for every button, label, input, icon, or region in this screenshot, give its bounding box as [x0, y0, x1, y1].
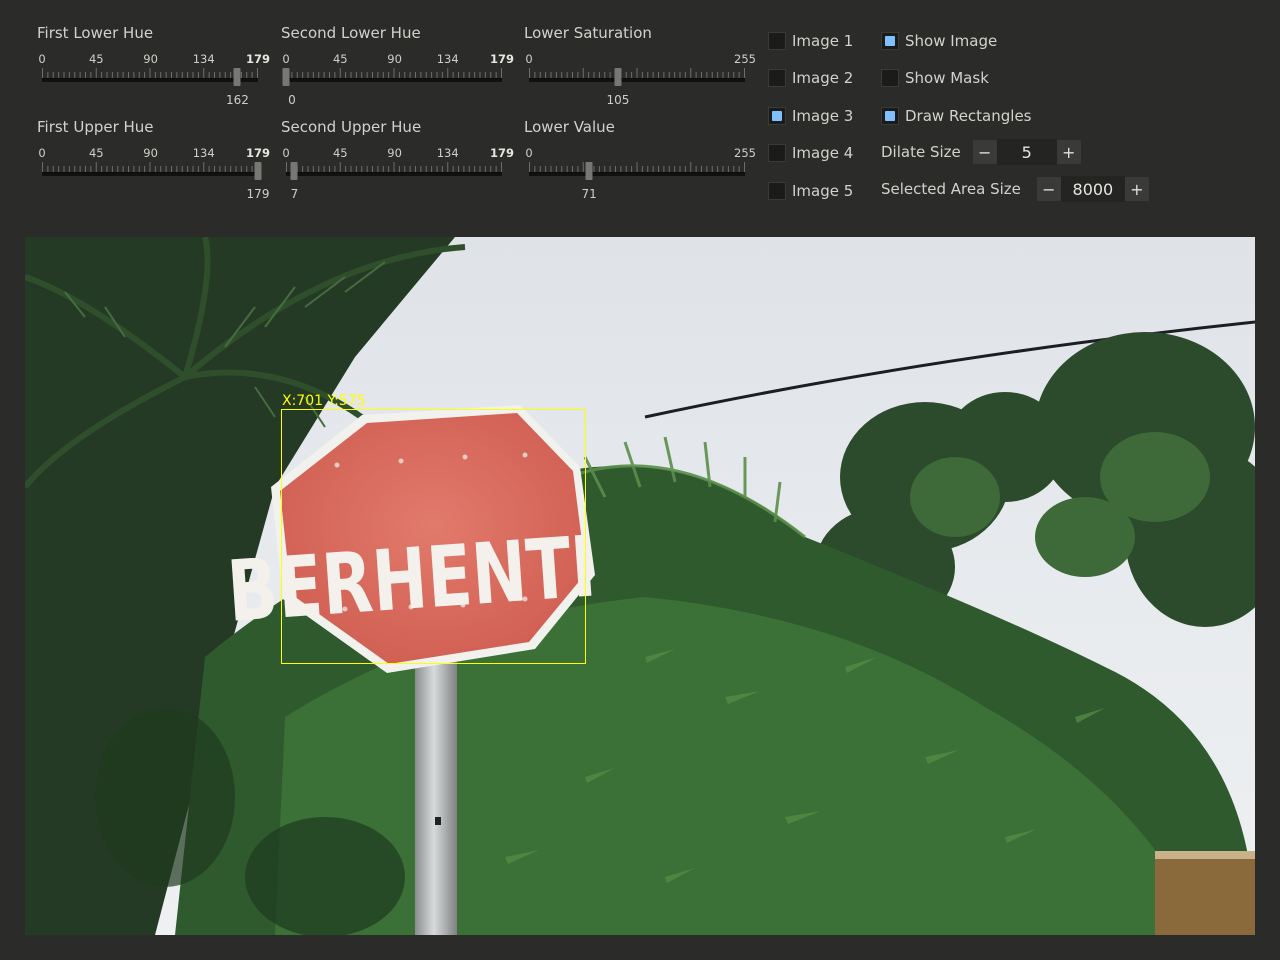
slider-tick-label: 179 — [245, 146, 271, 160]
slider-value: 71 — [581, 187, 597, 201]
image-5-option[interactable]: Image 5 — [768, 180, 853, 202]
draw-rectangles-option[interactable]: Draw Rectangles — [881, 105, 1031, 127]
slider-value: 105 — [606, 93, 630, 107]
slider-thumb[interactable] — [290, 162, 298, 180]
slider-ruler — [42, 162, 258, 172]
dilate-increment-button[interactable]: + — [1056, 140, 1081, 164]
slider-tick-label: 255 — [734, 52, 756, 66]
slider-tick-label: 45 — [88, 146, 104, 160]
slider-title: First Upper Hue — [37, 118, 154, 136]
slider-thumb[interactable] — [254, 162, 262, 180]
slider-value: 7 — [290, 187, 299, 201]
slider-tick-label: 134 — [436, 146, 459, 160]
slider-tick-label: 255 — [734, 146, 756, 160]
slider-tick-label: 0 — [282, 52, 290, 66]
show-mask-checkbox[interactable] — [881, 69, 899, 87]
slider-title: Lower Saturation — [524, 24, 652, 42]
draw-rectangles-label: Draw Rectangles — [905, 107, 1032, 125]
show-image-option[interactable]: Show Image — [881, 30, 997, 52]
slider-second-lower-hue[interactable]: Second Lower Hue 0 45 90 134 179 0 — [281, 24, 514, 114]
image-4-option[interactable]: Image 4 — [768, 142, 853, 164]
slider-title: Lower Value — [524, 118, 615, 136]
slider-tick-label: 179 — [489, 52, 515, 66]
slider-track[interactable] — [286, 172, 502, 176]
slider-tick-label: 0 — [282, 146, 290, 160]
slider-track[interactable] — [42, 172, 258, 176]
image-2-option[interactable]: Image 2 — [768, 67, 853, 89]
slider-tick-label: 0 — [525, 52, 533, 66]
area-size-stepper: Selected Area Size − 8000 + — [881, 176, 1149, 202]
detection-rectangle — [281, 409, 586, 664]
slider-tick-label: 45 — [332, 146, 348, 160]
slider-tick-label: 0 — [525, 146, 533, 160]
slider-title: First Lower Hue — [37, 24, 154, 42]
slider-ruler — [286, 162, 502, 172]
slider-tick-label: 0 — [38, 146, 46, 160]
area-size-label: Selected Area Size — [881, 180, 1021, 198]
show-mask-option[interactable]: Show Mask — [881, 67, 989, 89]
area-decrement-button[interactable]: − — [1036, 177, 1061, 201]
slider-tick-label: 134 — [192, 52, 215, 66]
camera-image: BERHENTI — [25, 237, 1255, 935]
slider-ruler — [529, 162, 745, 172]
slider-tick-label: 45 — [332, 52, 348, 66]
slider-thumb[interactable] — [585, 162, 593, 180]
slider-title: Second Lower Hue — [281, 24, 421, 42]
slider-first-lower-hue[interactable]: First Lower Hue 0 45 90 134 179 162 — [37, 24, 270, 114]
slider-value: 0 — [288, 93, 296, 107]
image-1-label: Image 1 — [792, 32, 854, 50]
slider-value: 179 — [246, 187, 270, 201]
slider-tick-label: 90 — [143, 52, 158, 66]
image-3-checkbox[interactable] — [768, 107, 786, 125]
slider-ruler — [286, 68, 502, 78]
show-image-checkbox[interactable] — [881, 32, 899, 50]
slider-track[interactable] — [529, 172, 745, 176]
slider-tick-label: 45 — [88, 52, 104, 66]
slider-tick-label: 90 — [387, 146, 402, 160]
image-1-option[interactable]: Image 1 — [768, 30, 853, 52]
slider-title: Second Upper Hue — [281, 118, 422, 136]
dilate-size-value[interactable]: 5 — [996, 139, 1057, 165]
slider-lower-saturation[interactable]: Lower Saturation 0 255 105 — [524, 24, 756, 114]
slider-thumb[interactable] — [233, 68, 241, 86]
show-image-label: Show Image — [905, 32, 998, 50]
slider-thumb[interactable] — [614, 68, 622, 86]
dilate-size-label: Dilate Size — [881, 143, 961, 161]
slider-lower-value[interactable]: Lower Value 0 255 71 — [524, 118, 756, 208]
slider-second-upper-hue[interactable]: Second Upper Hue 0 45 90 134 179 7 — [281, 118, 514, 208]
area-size-value[interactable]: 8000 — [1060, 176, 1125, 202]
slider-first-upper-hue[interactable]: First Upper Hue 0 45 90 134 179 179 — [37, 118, 270, 208]
slider-track[interactable] — [529, 78, 745, 82]
slider-tick-label: 179 — [245, 52, 271, 66]
slider-track[interactable] — [286, 78, 502, 82]
slider-tick-label: 179 — [489, 146, 515, 160]
slider-ruler — [529, 68, 745, 78]
image-4-label: Image 4 — [792, 144, 854, 162]
image-1-checkbox[interactable] — [768, 32, 786, 50]
slider-tick-label: 90 — [387, 52, 402, 66]
image-5-checkbox[interactable] — [768, 182, 786, 200]
image-3-label: Image 3 — [792, 107, 854, 125]
dilate-size-stepper: Dilate Size − 5 + — [881, 139, 1081, 165]
image-5-label: Image 5 — [792, 182, 854, 200]
image-2-label: Image 2 — [792, 69, 854, 87]
slider-tick-label: 134 — [436, 52, 459, 66]
slider-tick-label: 0 — [38, 52, 46, 66]
slider-ruler — [42, 68, 258, 78]
image-3-option[interactable]: Image 3 — [768, 105, 853, 127]
image-2-checkbox[interactable] — [768, 69, 786, 87]
slider-value: 162 — [226, 93, 249, 107]
draw-rectangles-checkbox[interactable] — [881, 107, 899, 125]
area-increment-button[interactable]: + — [1124, 177, 1149, 201]
image-4-checkbox[interactable] — [768, 144, 786, 162]
slider-thumb[interactable] — [282, 68, 290, 86]
detection-coordinates-label: X:701 Y:575 — [282, 393, 366, 409]
slider-track[interactable] — [42, 78, 258, 82]
slider-tick-label: 90 — [143, 146, 158, 160]
show-mask-label: Show Mask — [905, 69, 989, 87]
dilate-decrement-button[interactable]: − — [972, 140, 997, 164]
slider-tick-label: 134 — [192, 146, 215, 160]
